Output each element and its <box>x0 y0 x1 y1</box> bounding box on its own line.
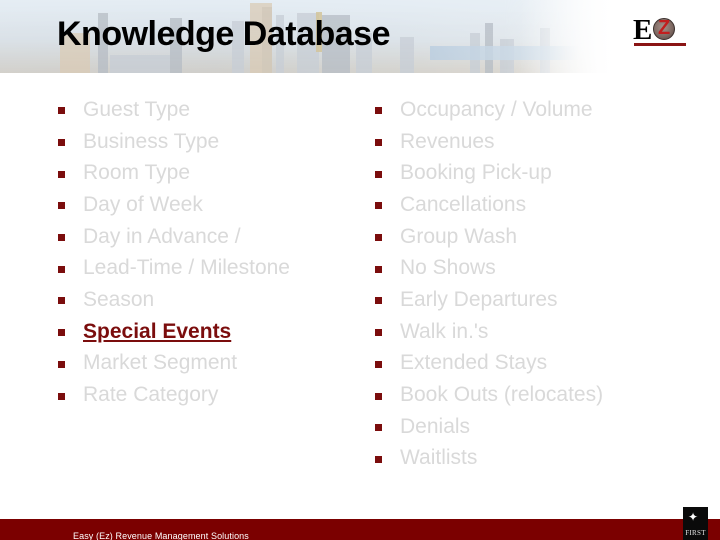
bullet-square-icon <box>58 202 65 210</box>
right-bullet-list: Occupancy / Volume Revenues Booking Pick… <box>373 94 603 474</box>
bullet-square-icon <box>375 107 382 115</box>
list-item: Business Type <box>56 126 290 158</box>
list-item-special-events[interactable]: Special Events <box>56 316 290 348</box>
list-item: Cancellations <box>373 189 603 221</box>
list-item: Market Segment <box>56 348 290 380</box>
list-item-label: Lead-Time / Milestone <box>83 256 290 280</box>
bullet-square-icon <box>375 297 382 305</box>
list-item-label: Rate Category <box>83 383 219 407</box>
bullet-square-icon <box>58 265 65 273</box>
logo-letter-e: E <box>633 14 653 46</box>
bullet-square-icon <box>375 170 382 178</box>
list-item-label: Business Type <box>83 129 220 153</box>
bullet-square-icon <box>58 107 65 115</box>
list-item: Early Departures <box>373 284 603 316</box>
list-item-label: Revenues <box>400 129 495 153</box>
bullet-square-icon <box>375 202 382 210</box>
bullet-square-icon <box>375 455 382 463</box>
bullet-square-icon <box>58 139 65 147</box>
list-item: Extended Stays <box>373 348 603 380</box>
bullet-square-icon <box>58 392 65 400</box>
list-item: No Shows <box>373 252 603 284</box>
ez-logo-icon: E Z <box>632 16 687 48</box>
list-item: Room Type <box>56 157 290 189</box>
logo-strip <box>634 43 686 46</box>
list-item: Day of Week <box>56 189 290 221</box>
first-logo: ✦ FIRST <box>683 507 708 540</box>
list-item: Booking Pick-up <box>373 157 603 189</box>
list-item-label: Extended Stays <box>400 351 548 375</box>
list-item-label: Market Segment <box>83 351 238 375</box>
list-item-label: Guest Type <box>83 97 191 121</box>
bullet-square-icon <box>375 139 382 147</box>
list-item-label: Waitlists <box>400 446 478 470</box>
first-logo-text: FIRST <box>685 529 706 537</box>
list-item: Denials <box>373 411 603 443</box>
bullet-square-icon <box>375 360 382 368</box>
list-item: Rate Category <box>56 379 290 411</box>
bullet-square-icon <box>375 424 382 432</box>
special-events-link[interactable]: Special Events <box>83 320 231 344</box>
bullet-square-icon <box>58 234 65 242</box>
bullet-square-icon <box>375 234 382 242</box>
list-item-label: Early Departures <box>400 287 558 311</box>
bullet-square-icon <box>375 265 382 273</box>
list-item-label: Booking Pick-up <box>400 161 552 185</box>
footer-bar: Easy (Ez) Revenue Management Solutions <box>0 519 720 540</box>
list-item-label: Occupancy / Volume <box>400 97 593 121</box>
list-item: Lead-Time / Milestone <box>56 252 290 284</box>
list-item-label: Group Wash <box>400 224 518 248</box>
bullet-square-icon <box>58 170 65 178</box>
footer-text: Easy (Ez) Revenue Management Solutions <box>73 531 249 540</box>
list-item-label: Book Outs (relocates) <box>400 383 604 407</box>
list-item: Revenues <box>373 126 603 158</box>
list-item: Season <box>56 284 290 316</box>
list-item: Guest Type <box>56 94 290 126</box>
bullet-square-icon <box>58 360 65 368</box>
list-item-label: No Shows <box>400 256 496 280</box>
list-item-label: Walk in.'s <box>400 319 489 343</box>
bullet-square-icon <box>58 297 65 305</box>
list-item: Occupancy / Volume <box>373 94 603 126</box>
list-item: Group Wash <box>373 221 603 253</box>
list-item: Walk in.'s <box>373 316 603 348</box>
list-item: Day in Advance / <box>56 221 290 253</box>
list-item-label: Cancellations <box>400 192 527 216</box>
list-item-label: Room Type <box>83 161 190 185</box>
eagle-icon: ✦ <box>688 510 699 524</box>
logo-letter-z: Z <box>658 17 671 39</box>
list-item-label: Day of Week <box>83 192 203 216</box>
list-item-label: Day in Advance / <box>83 224 241 248</box>
list-item-label: Denials <box>400 414 471 438</box>
banner-fade <box>520 0 720 73</box>
left-bullet-list: Guest Type Business Type Room Type Day o… <box>56 94 290 411</box>
list-item: Book Outs (relocates) <box>373 379 603 411</box>
page-title: Knowledge Database <box>57 15 390 53</box>
list-item: Waitlists <box>373 443 603 475</box>
bullet-square-icon <box>375 329 382 337</box>
bullet-square-icon <box>58 329 65 337</box>
bullet-square-icon <box>375 392 382 400</box>
list-item-label: Season <box>83 287 155 311</box>
